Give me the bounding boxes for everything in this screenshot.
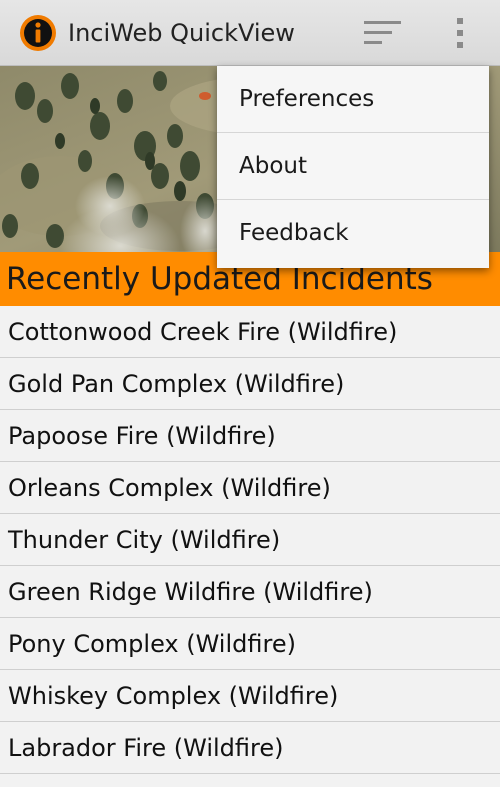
sort-icon bbox=[364, 21, 401, 44]
menu-item-label: About bbox=[239, 153, 308, 179]
menu-item-preferences[interactable]: Preferences bbox=[217, 66, 489, 133]
incident-list-item[interactable]: Papoose Fire (Wildfire) bbox=[0, 410, 500, 462]
overflow-popup-menu: Preferences About Feedback bbox=[217, 66, 489, 268]
incident-label: Thunder City (Wildfire) bbox=[8, 526, 281, 554]
incident-list-item[interactable]: Gold Pan Complex (Wildfire) bbox=[0, 358, 500, 410]
sort-button[interactable] bbox=[356, 10, 410, 56]
incident-list-item[interactable]: Cottonwood Creek Fire (Wildfire) bbox=[0, 306, 500, 358]
incident-label: Labrador Fire (Wildfire) bbox=[8, 734, 284, 762]
info-icon[interactable] bbox=[19, 14, 57, 52]
incident-label: Orleans Complex (Wildfire) bbox=[8, 474, 331, 502]
incident-list-item[interactable]: Pony Complex (Wildfire) bbox=[0, 618, 500, 670]
overflow-menu-button[interactable] bbox=[440, 10, 480, 56]
incident-list-item[interactable]: Thunder City (Wildfire) bbox=[0, 514, 500, 566]
overflow-menu-icon bbox=[457, 18, 463, 48]
incident-label: Green Ridge Wildfire (Wildfire) bbox=[8, 578, 373, 606]
incident-label: Whiskey Complex (Wildfire) bbox=[8, 682, 339, 710]
app-title: InciWeb QuickView bbox=[68, 19, 295, 47]
incident-list-item[interactable]: Green Ridge Wildfire (Wildfire) bbox=[0, 566, 500, 618]
action-bar: InciWeb QuickView bbox=[0, 0, 500, 66]
incident-label: Gold Pan Complex (Wildfire) bbox=[8, 370, 345, 398]
incident-label: Cottonwood Creek Fire (Wildfire) bbox=[8, 318, 398, 346]
incident-label: Papoose Fire (Wildfire) bbox=[8, 422, 276, 450]
incident-list-item[interactable]: Whiskey Complex (Wildfire) bbox=[0, 670, 500, 722]
menu-item-label: Preferences bbox=[239, 86, 375, 112]
incident-list: Cottonwood Creek Fire (Wildfire) Gold Pa… bbox=[0, 306, 500, 774]
menu-item-about[interactable]: About bbox=[217, 133, 489, 200]
incident-list-item[interactable]: Orleans Complex (Wildfire) bbox=[0, 462, 500, 514]
incident-label: Pony Complex (Wildfire) bbox=[8, 630, 296, 658]
menu-item-label: Feedback bbox=[239, 220, 349, 246]
incident-list-item[interactable]: Labrador Fire (Wildfire) bbox=[0, 722, 500, 774]
menu-item-feedback[interactable]: Feedback bbox=[217, 200, 489, 268]
